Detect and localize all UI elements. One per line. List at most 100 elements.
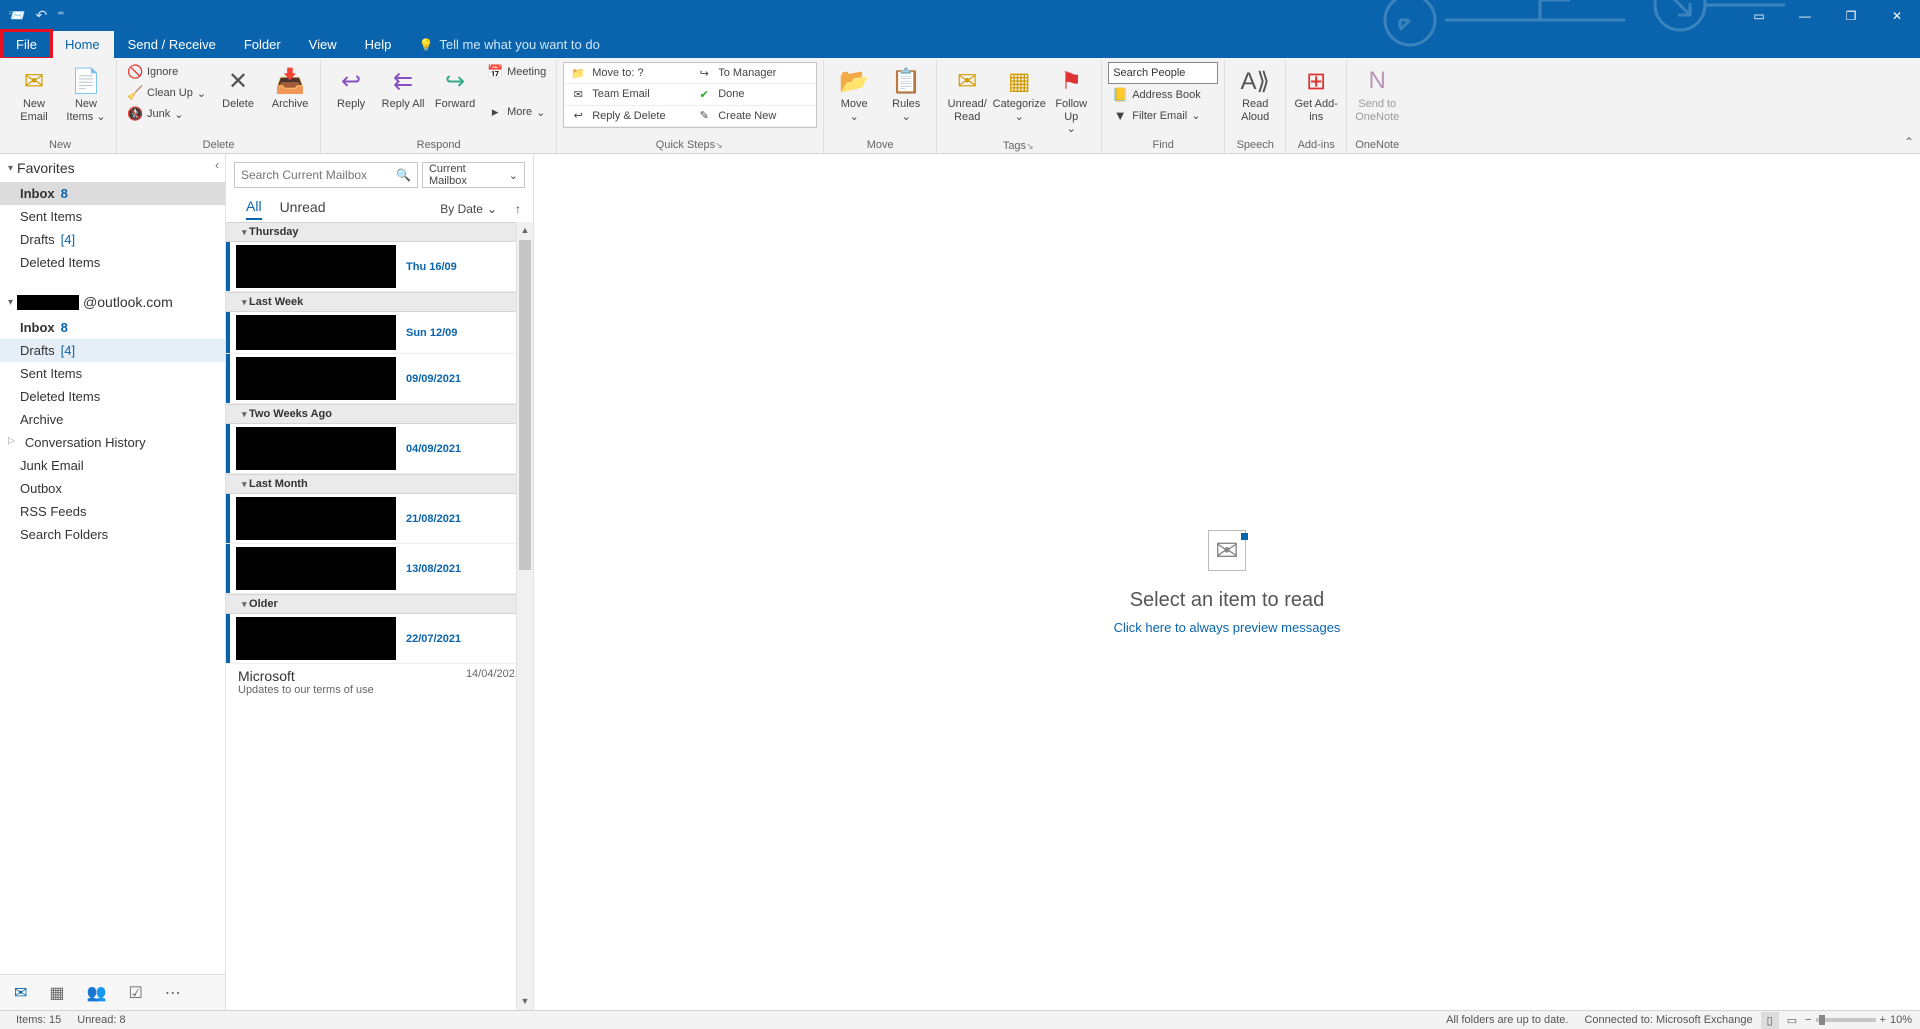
nav-favorites-inbox[interactable]: Inbox8 xyxy=(0,182,225,205)
search-scope-dropdown[interactable]: Current Mailbox ⌄ xyxy=(422,162,525,188)
follow-up-button[interactable]: ⚑Follow Up⌄ xyxy=(1047,62,1095,138)
zoom-out-icon[interactable]: − xyxy=(1805,1014,1811,1026)
quicksteps-gallery[interactable]: 📁Move to: ? ↪To Manager ✉Team Email ✔Don… xyxy=(563,62,817,128)
filter-email-button[interactable]: ▼Filter Email ⌄ xyxy=(1108,106,1218,125)
search-people-input[interactable]: Search People xyxy=(1108,62,1218,84)
ignore-button[interactable]: 🚫Ignore xyxy=(123,62,210,82)
account-header[interactable]: ▾@outlook.com xyxy=(0,288,225,316)
scroll-down-icon[interactable]: ▼ xyxy=(517,993,533,1010)
nav-favorites-deleted[interactable]: Deleted Items xyxy=(0,251,225,274)
message-item[interactable]: Sun 12/09 xyxy=(226,312,533,354)
filter-tab-unread[interactable]: Unread xyxy=(280,199,326,219)
cleanup-button[interactable]: 🧹Clean Up ⌄ xyxy=(123,83,210,103)
filter-tab-all[interactable]: All xyxy=(246,198,262,220)
quickstep-moveto[interactable]: 📁Move to: ? xyxy=(564,63,690,84)
meeting-button[interactable]: 📅Meeting xyxy=(483,62,550,82)
search-mailbox[interactable]: 🔍 xyxy=(234,162,418,188)
message-item[interactable]: 04/09/2021 xyxy=(226,424,533,474)
quickstep-teamemail[interactable]: ✉Team Email xyxy=(564,84,690,105)
ribbon-tabs: File Home Send / Receive Folder View Hel… xyxy=(0,31,1920,58)
move-button[interactable]: 📂Move⌄ xyxy=(830,62,878,125)
message-item[interactable]: 21/08/2021 xyxy=(226,494,533,544)
get-addins-button[interactable]: ⊞Get Add-ins xyxy=(1292,62,1340,125)
new-email-button[interactable]: ✉ New Email xyxy=(10,62,58,125)
address-book-button[interactable]: 📒Address Book xyxy=(1108,85,1218,105)
tab-file[interactable]: File xyxy=(2,31,51,58)
tab-folder[interactable]: Folder xyxy=(230,31,295,58)
tab-send-receive[interactable]: Send / Receive xyxy=(114,31,230,58)
tab-help[interactable]: Help xyxy=(351,31,406,58)
message-item[interactable]: 22/07/2021 xyxy=(226,614,533,664)
junk-button[interactable]: 🚷Junk ⌄ xyxy=(123,104,210,124)
delete-button[interactable]: ✕ Delete xyxy=(214,62,262,113)
nav-more-icon[interactable]: ⋯ xyxy=(165,983,181,1003)
nav-favorites-sent[interactable]: Sent Items xyxy=(0,205,225,228)
more-respond-button[interactable]: ▸More ⌄ xyxy=(483,102,550,122)
nav-archive[interactable]: Archive xyxy=(0,408,225,431)
group-twoweeks[interactable]: Two Weeks Ago xyxy=(226,404,533,424)
reply-button[interactable]: ↩Reply xyxy=(327,62,375,113)
minimize-icon[interactable]: — xyxy=(1782,0,1828,31)
zoom-in-icon[interactable]: + xyxy=(1880,1014,1886,1026)
zoom-slider[interactable] xyxy=(1816,1018,1876,1022)
nav-drafts[interactable]: Drafts [4] xyxy=(0,339,225,362)
search-icon[interactable]: 🔍 xyxy=(396,168,411,182)
favorites-header[interactable]: ▾Favorites xyxy=(0,154,225,182)
undo-icon[interactable]: ↶ xyxy=(35,7,47,24)
message-item[interactable]: Thu 16/09 xyxy=(226,242,533,292)
close-icon[interactable]: ✕ xyxy=(1874,0,1920,31)
ribbon-display-icon[interactable]: ▭ xyxy=(1736,0,1782,31)
rules-button[interactable]: 📋Rules⌄ xyxy=(882,62,930,125)
view-normal-icon[interactable]: ▯ xyxy=(1761,1012,1779,1029)
always-preview-link[interactable]: Click here to always preview messages xyxy=(1114,620,1341,635)
people-view-icon[interactable]: 👥 xyxy=(87,983,107,1003)
scroll-up-icon[interactable]: ▲ xyxy=(517,222,533,239)
message-item[interactable]: 14/04/2021 Microsoft Updates to our term… xyxy=(226,664,533,700)
mail-view-icon[interactable]: ✉ xyxy=(14,983,27,1003)
sort-by-date[interactable]: By Date ⌄ xyxy=(440,202,497,216)
group-thursday[interactable]: Thursday xyxy=(226,222,533,242)
quickstep-done[interactable]: ✔Done xyxy=(690,84,816,105)
tasks-view-icon[interactable]: ☑ xyxy=(128,983,142,1003)
message-item[interactable]: 13/08/2021 xyxy=(226,544,533,594)
message-item[interactable]: 09/09/2021 xyxy=(226,354,533,404)
collapse-ribbon-icon[interactable]: ⌃ xyxy=(1904,135,1914,149)
tags-launcher-icon[interactable]: ↘ xyxy=(1026,141,1036,151)
nav-favorites-drafts[interactable]: Drafts [4] xyxy=(0,228,225,251)
nav-search-folders[interactable]: Search Folders xyxy=(0,523,225,546)
nav-collapse-icon[interactable]: ‹ xyxy=(215,158,219,172)
calendar-view-icon[interactable]: ▦ xyxy=(49,983,64,1003)
nav-deleted[interactable]: Deleted Items xyxy=(0,385,225,408)
nav-inbox[interactable]: Inbox8 xyxy=(0,316,225,339)
tell-me-search[interactable]: Tell me what you want to do xyxy=(439,31,599,58)
nav-rss[interactable]: RSS Feeds xyxy=(0,500,225,523)
message-scrollbar[interactable]: ▲ ▼ xyxy=(516,222,533,1010)
nav-junk[interactable]: Junk Email xyxy=(0,454,225,477)
search-input[interactable] xyxy=(241,168,396,182)
nav-sent[interactable]: Sent Items xyxy=(0,362,225,385)
categorize-button[interactable]: ▦Categorize⌄ xyxy=(995,62,1043,125)
quickstep-createnew[interactable]: ✎Create New xyxy=(690,106,816,127)
nav-conversation-history[interactable]: ▷Conversation History xyxy=(0,431,225,454)
quickstep-replydelete[interactable]: ↩Reply & Delete xyxy=(564,106,690,127)
maximize-icon[interactable]: ❐ xyxy=(1828,0,1874,31)
archive-button[interactable]: 📥 Archive xyxy=(266,62,314,113)
quicksteps-launcher-icon[interactable]: ↘ xyxy=(715,140,725,150)
nav-outbox[interactable]: Outbox xyxy=(0,477,225,500)
view-reading-icon[interactable]: ▭ xyxy=(1779,1014,1805,1027)
unread-read-button[interactable]: ✉Unread/ Read xyxy=(943,62,991,125)
group-older[interactable]: Older xyxy=(226,594,533,614)
qat-customize-icon[interactable]: ⁼ xyxy=(57,7,64,24)
group-lastmonth[interactable]: Last Month xyxy=(226,474,533,494)
tab-view[interactable]: View xyxy=(295,31,351,58)
quickstep-tomanager[interactable]: ↪To Manager xyxy=(690,63,816,84)
sort-direction-icon[interactable]: ↑ xyxy=(515,202,521,216)
reply-all-button[interactable]: ⇇Reply All xyxy=(379,62,427,113)
read-aloud-button[interactable]: A⟫Read Aloud xyxy=(1231,62,1279,125)
scroll-thumb[interactable] xyxy=(519,240,531,570)
new-items-button[interactable]: 📄 New Items ⌄ xyxy=(62,62,110,125)
group-lastweek[interactable]: Last Week xyxy=(226,292,533,312)
tab-home[interactable]: Home xyxy=(51,31,114,58)
forward-button[interactable]: ↪Forward xyxy=(431,62,479,113)
redacted-content xyxy=(236,245,396,288)
